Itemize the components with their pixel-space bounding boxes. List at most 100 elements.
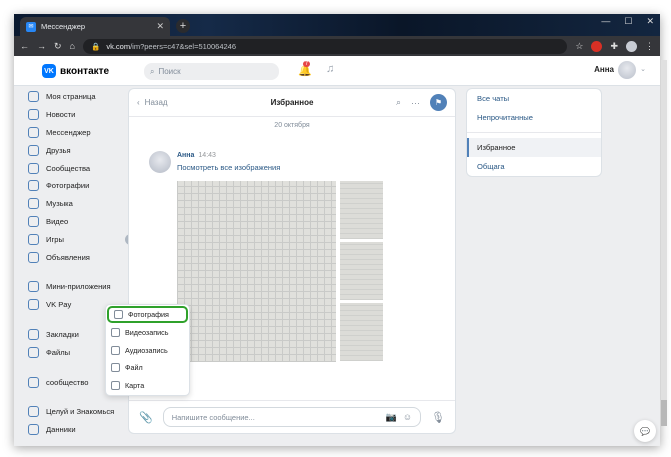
sidebar-item-label: Сообщества — [46, 163, 91, 173]
photo-attachment-large[interactable] — [177, 181, 336, 362]
camera-icon[interactable]: 📷 — [386, 412, 397, 423]
attach-menu-item[interactable]: Видеозапись — [106, 324, 189, 342]
photo-attachment-thumb[interactable] — [340, 303, 383, 361]
scrollbar-thumb[interactable] — [661, 400, 667, 426]
attach-menu-label: Аудиозапись — [125, 345, 168, 355]
sidebar-item[interactable]: Мини-приложения — [28, 278, 138, 296]
emoji-icon[interactable]: ☺ — [403, 412, 412, 423]
camera-icon — [114, 310, 123, 319]
search-input[interactable]: ⌕ Поиск — [144, 63, 279, 80]
sidebar-item-label: Мини-приложения — [46, 282, 111, 292]
sidebar-item-label: сообщество — [46, 377, 89, 387]
extension-icon[interactable] — [591, 40, 603, 52]
new-tab-button[interactable]: + — [176, 19, 190, 33]
chevron-down-icon[interactable]: ⌄ — [640, 65, 646, 73]
sidebar-item-label: VK Pay — [46, 300, 72, 310]
sidebar-item[interactable]: Друзья — [28, 141, 138, 159]
attach-menu-item[interactable]: Аудиозапись — [106, 342, 189, 360]
message-author[interactable]: Анна — [177, 152, 194, 159]
search-icon: ⌕ — [150, 66, 155, 76]
sidebar-item[interactable]: Видео — [28, 213, 138, 231]
attach-menu: Фотография Видеозапись Аудиозапись Файл Карт… — [105, 304, 190, 396]
close-tab-icon[interactable]: ✕ — [156, 21, 164, 32]
home-icon[interactable]: ⌂ — [70, 41, 75, 51]
sidebar-item[interactable]: Музыка — [28, 195, 138, 213]
browser-titlebar: ✉ Мессенджер ✕ + — ☐ ✕ — [14, 14, 660, 36]
sidebar-item-label: Целуй и Знакомься — [46, 407, 115, 417]
sidebar-item-label: Объявления — [46, 252, 90, 262]
message-placeholder: Напишите сообщение... — [171, 412, 255, 422]
music-note-icon[interactable]: ♫ — [326, 63, 334, 75]
notifications-bell-icon[interactable]: 🔔 7 — [298, 61, 312, 77]
view-all-images-link[interactable]: Посмотреть все изображения — [177, 163, 280, 172]
filter-item[interactable]: Общага — [467, 157, 601, 176]
puzzle-icon[interactable]: ✚ — [610, 41, 618, 52]
sidebar-item[interactable]: Целуй и Знакомься — [28, 403, 138, 421]
forward-arrow-icon[interactable]: → — [37, 41, 46, 51]
star-icon[interactable]: ☆ — [575, 41, 583, 52]
url-path: /im?peers=c47&sel=510064246 — [130, 41, 237, 51]
attach-menu-label: Карта — [125, 380, 145, 390]
sidebar-item[interactable]: Моя страница — [28, 88, 138, 106]
photo-attachment-thumb[interactable] — [340, 181, 383, 239]
back-arrow-icon[interactable]: ← — [20, 41, 29, 51]
paperclip-icon[interactable]: 📎 — [139, 411, 153, 424]
filter-item[interactable]: Непрочитанные — [467, 108, 601, 127]
sidebar-item-label: Файлы — [46, 347, 71, 357]
chat-icon — [28, 126, 39, 138]
music-icon — [28, 198, 39, 210]
menu-dots-icon[interactable]: ⋮ — [645, 41, 654, 52]
back-button[interactable]: ‹ Назад — [137, 98, 168, 107]
news-icon — [28, 109, 39, 121]
sidebar-item-label: Данники — [46, 425, 76, 435]
search-icon[interactable]: ⌕ — [396, 97, 401, 108]
games-icon — [28, 233, 39, 245]
profile-avatar[interactable] — [626, 40, 637, 52]
file-icon — [111, 363, 120, 373]
address-bar[interactable]: 🔒 vk.com/im?peers=c47&sel=510064246 — [82, 38, 568, 54]
vk-logo-icon: VK — [42, 64, 56, 78]
sidebar-item[interactable]: Объявления — [28, 248, 138, 266]
sidebar-item-label: Мессенджер — [46, 127, 91, 137]
filter-item[interactable]: Избранное — [467, 138, 601, 157]
vk-favicon-icon: ✉ — [26, 21, 36, 32]
groups-icon — [28, 162, 39, 174]
photo-attachment-thumb[interactable] — [340, 242, 383, 300]
chat-bubble-button[interactable]: 💬 — [634, 420, 656, 442]
more-dots-icon[interactable]: ··· — [411, 98, 420, 108]
maximize-icon[interactable]: ☐ — [624, 16, 632, 27]
sidebar-item[interactable]: Новости — [28, 106, 138, 124]
shop-icon — [28, 406, 39, 418]
browser-tab[interactable]: ✉ Мессенджер ✕ — [20, 17, 170, 36]
groups-icon — [28, 376, 39, 388]
attach-menu-item[interactable]: Файл — [106, 359, 189, 377]
reload-icon[interactable]: ↻ — [54, 41, 62, 52]
page-scrollbar[interactable] — [661, 60, 667, 426]
close-window-icon[interactable]: ✕ — [646, 16, 654, 27]
divider — [467, 132, 601, 133]
avatar[interactable] — [618, 61, 636, 79]
sidebar-item[interactable]: Сообщества — [28, 159, 138, 177]
user-name[interactable]: Анна — [594, 65, 614, 74]
video-icon — [111, 328, 120, 338]
filter-item[interactable]: Все чаты — [467, 89, 601, 108]
friends-icon — [28, 144, 39, 156]
bookmark-icon[interactable]: ⚑ — [430, 94, 447, 111]
attach-menu-item[interactable]: Фотография — [107, 306, 188, 323]
lock-icon: 🔒 — [90, 41, 101, 51]
sidebar-item[interactable]: Игры1 — [28, 230, 138, 248]
sidebar-item-label: Фотографии — [46, 181, 90, 191]
message-input[interactable]: Напишите сообщение... 📷 ☺ — [162, 407, 422, 427]
minimize-icon[interactable]: — — [601, 16, 610, 27]
avatar[interactable] — [149, 151, 171, 173]
sidebar-item-label: Видео — [46, 216, 69, 226]
vk-logo[interactable]: VK вконтакте — [42, 64, 109, 78]
sidebar-item[interactable]: Мессенджер — [28, 124, 138, 142]
sidebar-item[interactable]: Данники — [28, 421, 138, 439]
file-icon — [28, 346, 39, 358]
attach-menu-label: Файл — [125, 363, 143, 373]
sidebar-item[interactable]: Фотографии — [28, 177, 138, 195]
attach-menu-item[interactable]: Карта — [106, 377, 189, 395]
ads-icon — [28, 251, 39, 263]
microphone-icon[interactable]: 🎙 — [431, 411, 445, 424]
